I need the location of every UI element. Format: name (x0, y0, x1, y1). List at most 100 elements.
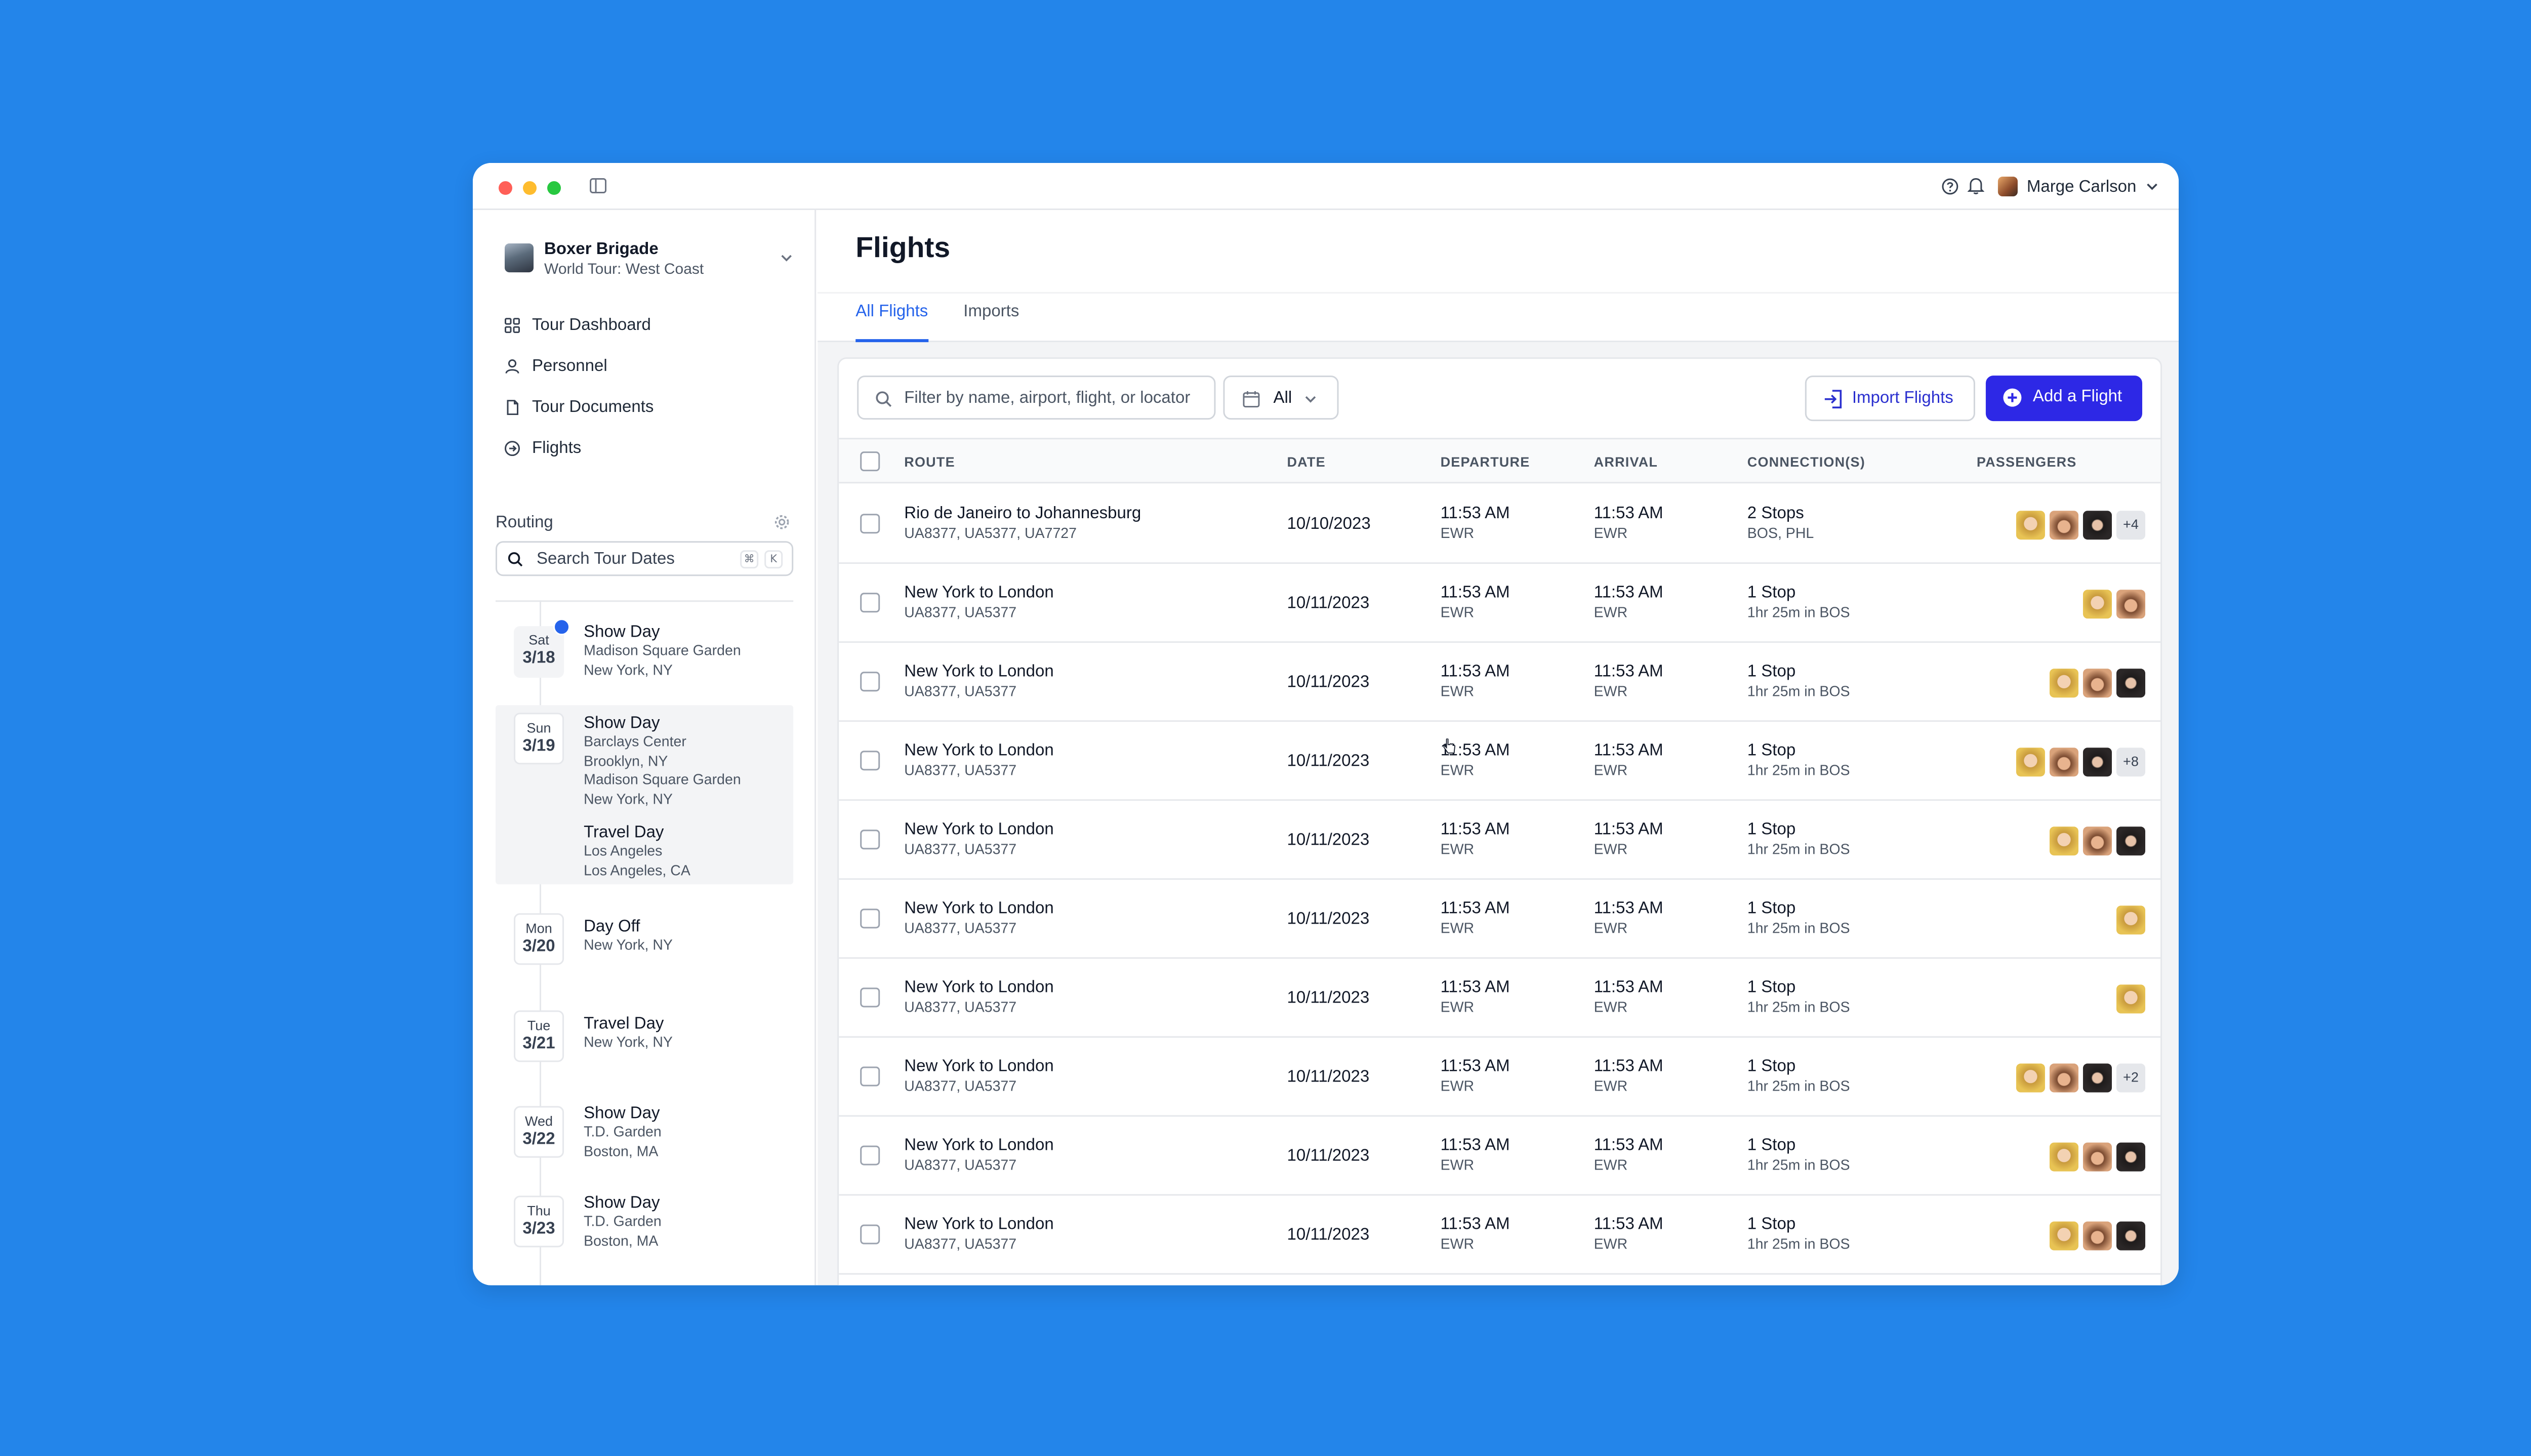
event-detail: Madison Square Garden (584, 772, 741, 789)
day-date: 3/23 (522, 1220, 555, 1238)
tour-day-item[interactable]: Sat 3/18 Show Day Madison Square Garden … (496, 614, 793, 693)
user-name: Marge Carlson (2026, 177, 2137, 196)
row-checkbox[interactable] (860, 829, 880, 850)
arrival-airport: EWR (1594, 763, 1628, 780)
table-row[interactable]: Rio de Janeiro to Johannesburg UA8377, UA… (839, 485, 2161, 564)
departure-airport: EWR (1440, 1000, 1475, 1017)
gear-icon[interactable] (773, 514, 790, 530)
minimize-window-button[interactable] (523, 181, 537, 195)
filter-input[interactable] (904, 386, 1208, 411)
close-window-button[interactable] (499, 181, 513, 195)
table-row[interactable]: New York to London UA8377, UA5377 10/11/20… (839, 1195, 2161, 1275)
sidebar-item-label: Personnel (532, 357, 607, 376)
row-checkbox[interactable] (860, 1224, 880, 1244)
column-header-date[interactable]: DATE (1287, 454, 1325, 470)
tour-day-item[interactable]: Thu 3/23 Show Day T.D. Garden Boston, MA (496, 1185, 793, 1261)
passenger-avatars[interactable] (2116, 984, 2145, 1014)
event-detail: Boston, MA (584, 1143, 659, 1160)
add-flight-button[interactable]: Add a Flight (1985, 376, 2142, 422)
tour-day-item[interactable]: Tue 3/21 Travel Day New York, NY (496, 1008, 793, 1068)
table-row[interactable]: New York to London UA8377, UA5377 10/11/20… (839, 722, 2161, 801)
departure-time: 11:53 AM (1440, 1136, 1510, 1155)
passenger-avatars[interactable]: +8 (2016, 747, 2145, 777)
flight-numbers: UA8377, UA5377 (904, 1078, 1017, 1096)
column-header-route[interactable]: ROUTE (904, 454, 955, 470)
column-header-connections[interactable]: CONNECTION(S) (1747, 454, 1865, 470)
passenger-avatars[interactable] (2116, 905, 2145, 935)
connection-detail: 1hr 25m in BOS (1747, 842, 1850, 859)
passenger-avatar (2083, 826, 2112, 856)
tour-day-item[interactable]: Mon 3/20 Day Off New York, NY (496, 910, 793, 971)
row-checkbox[interactable] (860, 1145, 880, 1166)
connection-count: 1 Stop (1747, 741, 1796, 760)
passenger-avatars[interactable] (2049, 669, 2145, 698)
column-header-departure[interactable]: DEPARTURE (1441, 454, 1530, 470)
table-row[interactable]: New York to London UA8377, UA5377 10/11/20… (839, 1116, 2161, 1196)
passenger-avatars[interactable] (2083, 590, 2145, 619)
bell-icon[interactable] (1967, 177, 1984, 195)
table-row[interactable]: New York to London UA8377, UA5377 10/11/20… (839, 643, 2161, 722)
passenger-avatars[interactable] (2049, 1221, 2145, 1251)
connection-count: 1 Stop (1747, 899, 1796, 918)
sidebar: Boxer Brigade World Tour: West Coast Tou… (473, 210, 817, 1285)
date-box: Mon 3/20 (514, 913, 564, 965)
passenger-avatar (2049, 826, 2078, 856)
flight-numbers: UA8377, UA5377 (904, 842, 1017, 859)
date-filter-select[interactable]: All (1223, 376, 1339, 420)
select-all-checkbox[interactable] (860, 451, 880, 472)
row-checkbox[interactable] (860, 1066, 880, 1087)
tour-event: Show Day Madison Square Garden New York,… (584, 621, 789, 681)
sidebar-item-tour-dashboard[interactable]: Tour Dashboard (505, 312, 651, 339)
table-row[interactable]: New York to London UA8377, UA5377 10/11/20… (839, 801, 2161, 880)
flight-date: 10/11/2023 (1287, 989, 1370, 1008)
passenger-avatars[interactable] (2049, 1142, 2145, 1172)
row-checkbox[interactable] (860, 514, 880, 534)
tour-event: Day Off New York, NY (584, 916, 789, 956)
org-switcher[interactable]: Boxer Brigade World Tour: West Coast (505, 237, 793, 280)
day-date: 3/22 (522, 1130, 555, 1149)
table-row[interactable]: New York to London UA8377, UA5377 10/11/20… (839, 564, 2161, 643)
row-checkbox[interactable] (860, 593, 880, 613)
tour-day-item[interactable]: Wed 3/22 Show Day T.D. Garden Boston, MA (496, 1096, 793, 1172)
user-menu[interactable]: Marge Carlson (1997, 175, 2159, 198)
flight-filter[interactable] (857, 376, 1216, 420)
flight-numbers: UA8377, UA5377 (904, 684, 1017, 701)
passenger-avatar (2083, 747, 2112, 777)
row-checkbox[interactable] (860, 672, 880, 692)
maximize-window-button[interactable] (547, 181, 561, 195)
day-of-week: Tue (527, 1018, 551, 1033)
passenger-avatar (2083, 1142, 2112, 1172)
row-checkbox[interactable] (860, 908, 880, 929)
passenger-avatars[interactable]: +4 (2016, 511, 2145, 540)
row-checkbox[interactable] (860, 987, 880, 1008)
tour-day-item[interactable]: Sun 3/19 Show Day Barclays Center Brookl… (496, 705, 794, 885)
table-row[interactable]: New York to London UA8377, UA5377 10/11/20… (839, 1037, 2161, 1117)
tab-all-flights[interactable]: All Flights (855, 303, 928, 343)
row-checkbox[interactable] (860, 751, 880, 771)
route-name: New York to London (904, 1215, 1054, 1234)
connection-detail: BOS, PHL (1747, 526, 1814, 543)
help-icon[interactable] (1942, 178, 1958, 195)
flight-date: 10/11/2023 (1287, 831, 1370, 850)
org-subtitle: World Tour: West Coast (544, 262, 704, 279)
column-header-arrival[interactable]: ARRIVAL (1594, 454, 1658, 470)
event-detail: T.D. Garden (584, 1214, 662, 1231)
title-bar: Marge Carlson (473, 163, 2179, 211)
passenger-avatars[interactable] (2049, 826, 2145, 856)
sidebar-item-flights[interactable]: Flights (505, 435, 581, 462)
departure-airport: EWR (1440, 842, 1475, 859)
connection-detail: 1hr 25m in BOS (1747, 1000, 1850, 1017)
table-row[interactable]: New York to London UA8377, UA5377 10/11/20… (839, 880, 2161, 959)
sidebar-toggle-icon[interactable] (590, 178, 607, 194)
tour-dates-search[interactable]: Search Tour Dates ⌘ K (496, 541, 794, 576)
passenger-avatars[interactable]: +2 (2016, 1063, 2145, 1093)
tab-imports[interactable]: Imports (963, 303, 1019, 342)
arrival-airport: EWR (1594, 1078, 1628, 1096)
table-row[interactable]: New York to London UA8377, UA5377 10/11/20… (839, 959, 2161, 1038)
sidebar-item-personnel[interactable]: Personnel (505, 353, 607, 380)
column-header-passengers[interactable]: PASSENGERS (1977, 454, 2077, 470)
route-name: New York to London (904, 584, 1054, 602)
chevron-down-icon (1305, 396, 1316, 403)
sidebar-item-tour-documents[interactable]: Tour Documents (505, 394, 654, 421)
import-flights-button[interactable]: Import Flights (1805, 376, 1975, 422)
